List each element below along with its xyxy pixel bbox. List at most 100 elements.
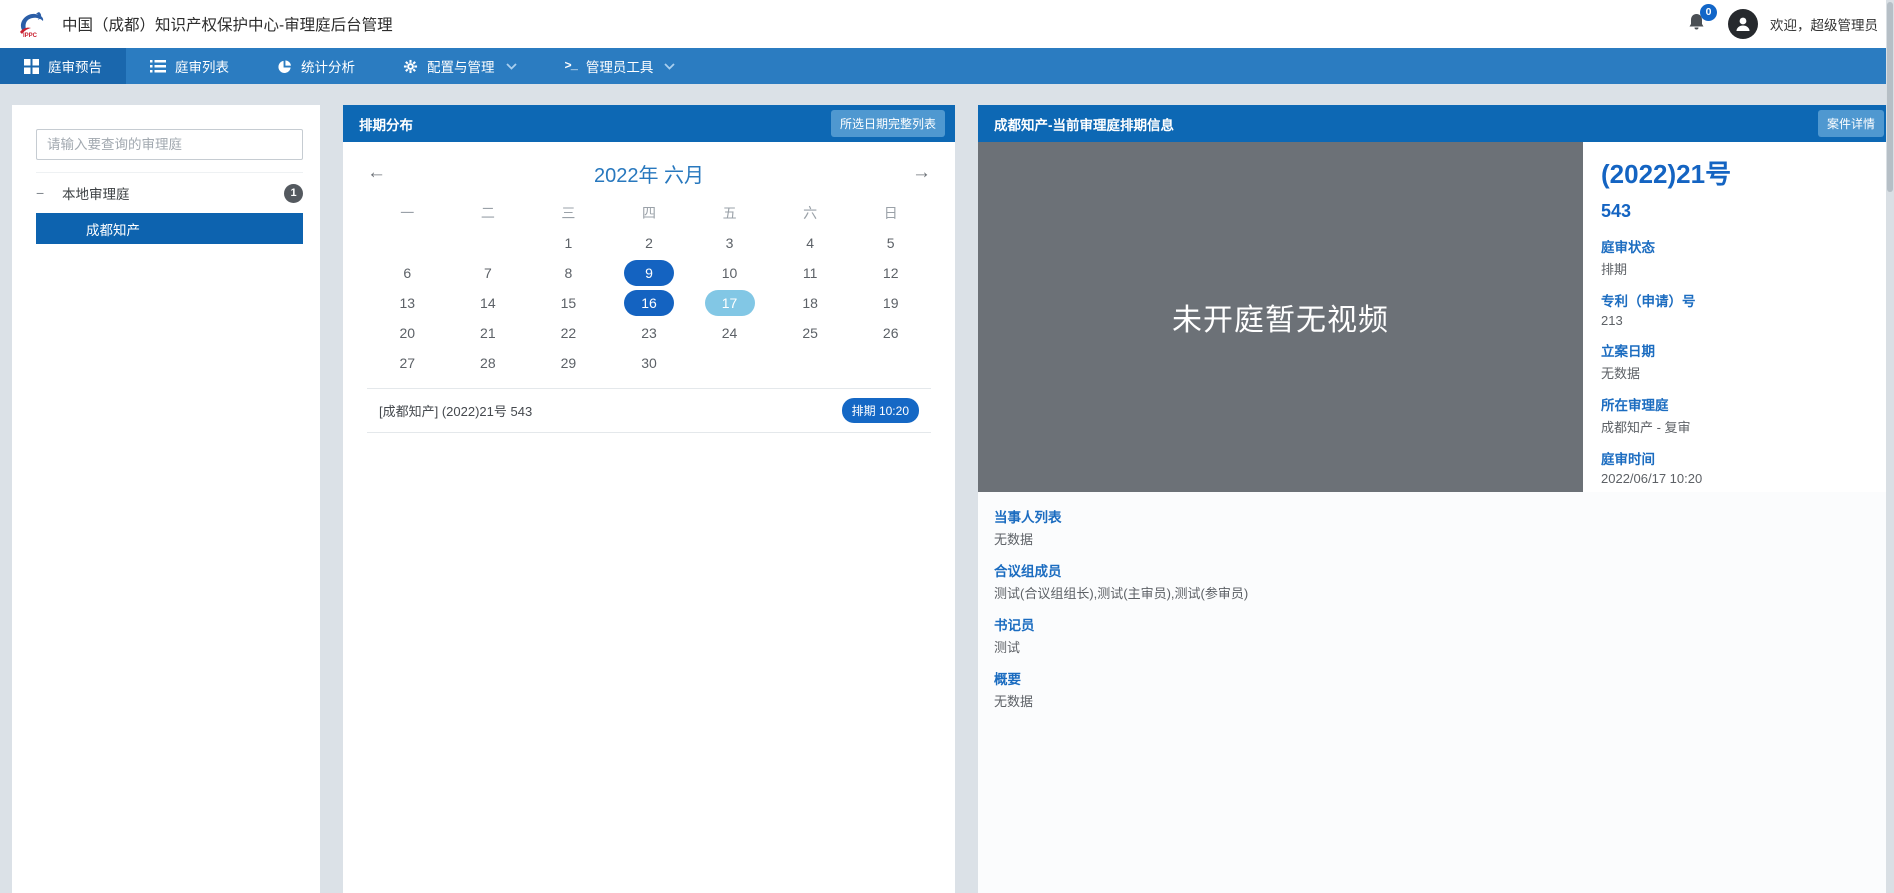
calendar-weekday-label: 六 — [770, 198, 851, 228]
calendar-nav: ← 2022年 六月 → — [367, 156, 931, 190]
field-value: 无数据 — [994, 691, 1878, 710]
case-info-card: (2022)21号 543 庭审状态 排期 专利（申请）号 213 立案日期 无… — [1583, 142, 1894, 492]
case-number: (2022)21号 — [1601, 154, 1876, 191]
case-detail-button[interactable]: 案件详情 — [1818, 110, 1884, 137]
calendar-day[interactable]: 26 — [850, 318, 931, 348]
nav-tab-trial-list[interactable]: 庭审列表 — [126, 48, 253, 84]
calendar-day[interactable]: 17 — [689, 288, 770, 318]
collapse-icon[interactable]: − — [36, 185, 62, 201]
calendar-day[interactable]: 10 — [689, 258, 770, 288]
court-sidebar: − 本地审理庭 1 成都知产 — [12, 105, 320, 893]
calendar-day[interactable]: 3 — [689, 228, 770, 258]
calendar-day[interactable]: 24 — [689, 318, 770, 348]
schedule-list-item[interactable]: [成都知产] (2022)21号 543 排期 10:20 — [367, 389, 931, 432]
calendar-grid: 一二三四五六日123456789101112131415161718192021… — [367, 198, 931, 378]
extra-field: 概要 无数据 — [994, 668, 1878, 710]
calendar-day[interactable]: 20 — [367, 318, 448, 348]
nav-tab-statistics[interactable]: 统计分析 — [253, 48, 379, 84]
vertical-scrollbar[interactable] — [1886, 0, 1894, 893]
nav-tab-label: 庭审列表 — [175, 56, 229, 76]
calendar-day[interactable]: 9 — [609, 258, 690, 288]
calendar-weekday-label: 五 — [689, 198, 770, 228]
nav-tab-label: 配置与管理 — [427, 56, 495, 76]
calendar-day[interactable]: 12 — [850, 258, 931, 288]
calendar-day-empty — [689, 348, 770, 378]
tree-item-court[interactable]: 成都知产 — [36, 213, 303, 244]
tree-node-local-courts[interactable]: − 本地审理庭 1 — [36, 173, 303, 213]
prev-month-arrow-icon[interactable]: ← — [367, 162, 407, 184]
calendar-day[interactable]: 15 — [528, 288, 609, 318]
app-header: IPPC 中国（成都）知识产权保护中心-审理庭后台管理 0 欢迎，超级管理员 — [0, 0, 1894, 48]
field-label: 庭审状态 — [1601, 236, 1876, 256]
calendar-month-title: 2022年 六月 — [407, 159, 891, 188]
chevron-down-icon — [506, 63, 517, 70]
field-value: 213 — [1601, 313, 1876, 328]
nav-tab-label: 管理员工具 — [586, 56, 654, 76]
case-field: 所在审理庭 成都知产 - 复审 — [1601, 394, 1876, 436]
field-label: 专利（申请）号 — [1601, 290, 1876, 310]
list-icon — [150, 60, 166, 73]
calendar-day[interactable]: 23 — [609, 318, 690, 348]
user-avatar[interactable] — [1728, 9, 1758, 39]
no-video-text: 未开庭暂无视频 — [1172, 295, 1389, 339]
content-area: − 本地审理庭 1 成都知产 排期分布 所选日期完整列表 ← 2022年 六月 … — [0, 84, 1894, 893]
field-label: 立案日期 — [1601, 340, 1876, 360]
scrollbar-thumb[interactable] — [1887, 2, 1893, 192]
schedule-panel-title: 排期分布 — [359, 114, 413, 134]
calendar-day[interactable]: 16 — [609, 288, 690, 318]
field-value: 成都知产 - 复审 — [1601, 417, 1876, 436]
schedule-time-badge: 排期 10:20 — [842, 398, 919, 423]
case-field: 庭审状态 排期 — [1601, 236, 1876, 278]
nav-tab-label: 庭审预告 — [48, 56, 102, 76]
calendar-day[interactable]: 5 — [850, 228, 931, 258]
calendar-day[interactable]: 28 — [448, 348, 529, 378]
calendar-day[interactable]: 25 — [770, 318, 851, 348]
nav-tab-admin-tools[interactable]: >_ 管理员工具 — [541, 48, 700, 84]
notification-bell-icon[interactable]: 0 — [1687, 12, 1706, 37]
notification-count-badge: 0 — [1700, 4, 1717, 21]
detail-top-row: 未开庭暂无视频 (2022)21号 543 庭审状态 排期 专利（申请）号 21… — [978, 142, 1894, 492]
field-label: 当事人列表 — [994, 506, 1878, 526]
calendar-day[interactable]: 8 — [528, 258, 609, 288]
field-value: 测试(合议组组长),测试(主审员),测试(参审员) — [994, 583, 1878, 602]
calendar-day[interactable]: 21 — [448, 318, 529, 348]
calendar-day[interactable]: 1 — [528, 228, 609, 258]
gear-icon — [403, 59, 418, 74]
court-count-badge: 1 — [284, 184, 303, 203]
calendar: ← 2022年 六月 → 一二三四五六日12345678910111213141… — [343, 142, 955, 433]
calendar-day[interactable]: 30 — [609, 348, 690, 378]
field-value: 排期 — [1601, 259, 1876, 278]
case-field: 立案日期 无数据 — [1601, 340, 1876, 382]
nav-tab-config-management[interactable]: 配置与管理 — [379, 48, 541, 84]
calendar-day[interactable]: 18 — [770, 288, 851, 318]
tree-item-label: 成都知产 — [86, 219, 140, 239]
calendar-day[interactable]: 19 — [850, 288, 931, 318]
courtroom-number: 543 — [1601, 201, 1876, 222]
calendar-day[interactable]: 11 — [770, 258, 851, 288]
next-month-arrow-icon[interactable]: → — [891, 162, 931, 184]
calendar-weekday-label: 四 — [609, 198, 690, 228]
calendar-weekday-label: 三 — [528, 198, 609, 228]
calendar-day[interactable]: 22 — [528, 318, 609, 348]
court-search-input[interactable] — [36, 129, 303, 160]
case-field: 专利（申请）号 213 — [1601, 290, 1876, 328]
extra-field: 合议组成员 测试(合议组组长),测试(主审员),测试(参审员) — [994, 560, 1878, 602]
field-value: 测试 — [994, 637, 1878, 656]
calendar-weekday-label: 二 — [448, 198, 529, 228]
calendar-day-empty — [448, 228, 529, 258]
calendar-day-empty — [770, 348, 851, 378]
tree-node-label: 本地审理庭 — [62, 183, 130, 203]
field-label: 概要 — [994, 668, 1878, 688]
full-date-list-button[interactable]: 所选日期完整列表 — [831, 110, 945, 137]
calendar-day[interactable]: 7 — [448, 258, 529, 288]
calendar-day[interactable]: 13 — [367, 288, 448, 318]
calendar-day[interactable]: 14 — [448, 288, 529, 318]
calendar-day[interactable]: 4 — [770, 228, 851, 258]
calendar-day-empty — [367, 228, 448, 258]
field-value: 2022/06/17 10:20 — [1601, 471, 1876, 486]
calendar-day[interactable]: 29 — [528, 348, 609, 378]
nav-tab-trial-preview[interactable]: 庭审预告 — [0, 48, 126, 84]
calendar-day[interactable]: 2 — [609, 228, 690, 258]
calendar-day[interactable]: 27 — [367, 348, 448, 378]
calendar-day[interactable]: 6 — [367, 258, 448, 288]
